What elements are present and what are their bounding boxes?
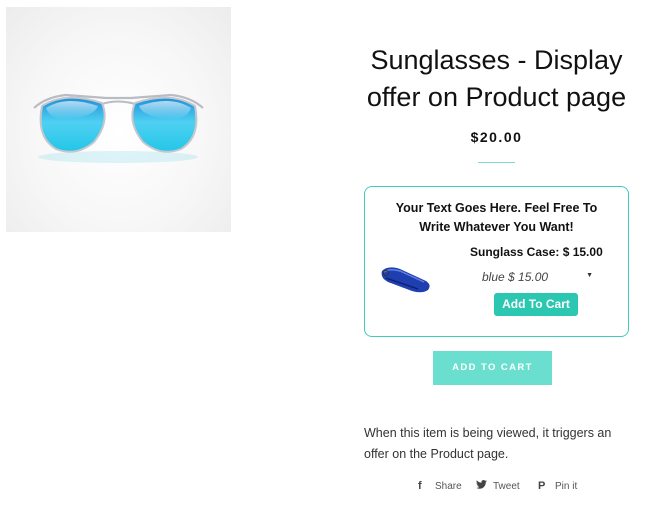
product-title-line1: Sunglasses - Display: [370, 45, 623, 75]
share-twitter-link[interactable]: Tweet: [476, 480, 520, 492]
pinterest-icon: P: [538, 480, 546, 492]
offer-headline-line2: Write Whatever You Want!: [419, 220, 574, 234]
add-to-cart-button[interactable]: ADD TO CART: [433, 351, 552, 385]
product-title: Sunglasses - Display offer on Product pa…: [350, 42, 643, 116]
facebook-icon: f: [418, 480, 422, 492]
product-description: When this item is being viewed, it trigg…: [364, 423, 634, 465]
title-divider: [478, 162, 515, 163]
dropdown-caret-icon: ▼: [586, 272, 593, 279]
product-image[interactable]: [6, 7, 231, 232]
share-pinterest-label: Pin it: [555, 481, 578, 492]
upsell-offer-box: Your Text Goes Here. Feel Free To Write …: [364, 186, 629, 337]
description-line2: offer on the Product page.: [364, 447, 509, 461]
variant-select[interactable]: blue $ 15.00 ▼: [480, 270, 593, 286]
offer-headline: Your Text Goes Here. Feel Free To Write …: [365, 199, 628, 237]
sunglass-case-image[interactable]: [378, 261, 434, 295]
offer-headline-line1: Your Text Goes Here. Feel Free To: [395, 201, 598, 215]
offer-item-title: Sunglass Case: $ 15.00: [470, 245, 603, 259]
offer-add-to-cart-button[interactable]: Add To Cart: [494, 293, 578, 316]
variant-selected-value: blue $ 15.00: [482, 270, 549, 284]
share-pinterest-link[interactable]: P Pin it: [538, 480, 577, 492]
sunglasses-image: [33, 93, 204, 163]
product-title-line2: offer on Product page: [366, 82, 627, 112]
product-price: $20.00: [470, 129, 523, 145]
share-facebook-link[interactable]: f Share: [418, 480, 462, 492]
share-facebook-label: Share: [435, 481, 462, 492]
description-line1: When this item is being viewed, it trigg…: [364, 426, 612, 440]
twitter-icon: [476, 480, 488, 492]
share-twitter-label: Tweet: [493, 481, 520, 492]
